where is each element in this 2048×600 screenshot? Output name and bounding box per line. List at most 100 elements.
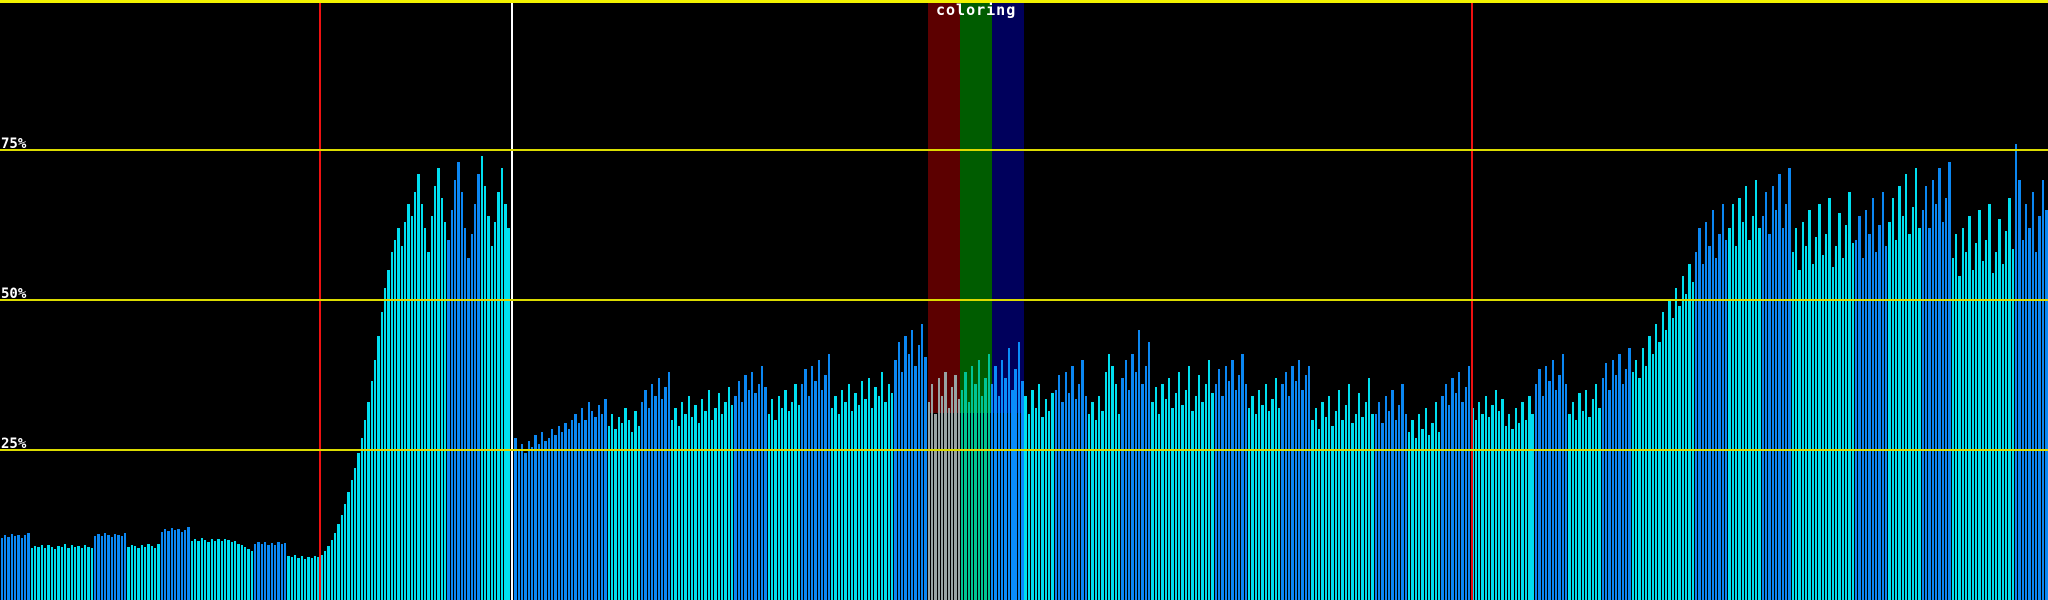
bar [1017, 342, 1021, 600]
bar [1224, 366, 1227, 600]
bar [924, 357, 927, 600]
bar [1171, 408, 1174, 600]
bar [1231, 360, 1234, 600]
bar [1001, 360, 1004, 600]
bar [530, 447, 534, 600]
bar [1398, 405, 1401, 600]
bar [77, 546, 80, 600]
bar [817, 360, 821, 600]
bar [664, 387, 667, 600]
bar [73, 547, 77, 600]
bar [1051, 393, 1054, 600]
bar [1361, 417, 1364, 600]
bar [767, 414, 770, 600]
bar [1538, 369, 1541, 600]
bar [67, 548, 70, 600]
bar [440, 198, 444, 600]
bar [1491, 405, 1494, 600]
y-axis-label-25: 25% [1, 436, 27, 452]
bar [113, 534, 117, 600]
bar [1331, 426, 1334, 600]
bar [1771, 186, 1774, 600]
bar [540, 432, 544, 600]
bar [420, 204, 424, 600]
bar [1104, 372, 1107, 600]
bar [1184, 390, 1187, 600]
bar [290, 557, 294, 600]
bar [2015, 144, 2018, 600]
bar [1064, 372, 1067, 600]
bar [1818, 204, 1821, 600]
bar [1941, 222, 1945, 600]
bar [60, 547, 63, 600]
bar [1751, 216, 1754, 600]
bar [1227, 381, 1231, 600]
bar [1568, 414, 1571, 600]
bar [1965, 252, 1968, 600]
bar [424, 228, 427, 600]
bar [494, 222, 497, 600]
bar [390, 252, 394, 600]
bar [1648, 336, 1651, 600]
bar [914, 366, 917, 600]
bar [270, 543, 274, 600]
bar [200, 538, 203, 600]
bar [547, 438, 550, 600]
bar [1054, 390, 1057, 600]
bar [781, 408, 784, 600]
bar [887, 384, 891, 600]
bar [600, 414, 604, 600]
bar [247, 549, 250, 600]
bar [1618, 354, 1621, 600]
bar [213, 540, 217, 600]
bar [647, 408, 650, 600]
bar [1915, 168, 1918, 600]
bar [1027, 414, 1031, 600]
bar [764, 387, 767, 600]
bar [410, 216, 414, 600]
bar [2038, 216, 2041, 600]
bar [771, 399, 774, 600]
bar [610, 414, 614, 600]
bar [33, 546, 37, 600]
bar [520, 444, 524, 600]
bar [2008, 198, 2011, 600]
bar [1548, 381, 1551, 600]
bar [677, 426, 680, 600]
bar [13, 536, 17, 600]
bar [2018, 180, 2021, 600]
bar [550, 429, 554, 600]
bar [1604, 363, 1608, 600]
bar [1878, 225, 1881, 600]
bar [1614, 375, 1618, 600]
bar [470, 234, 474, 600]
bar [1641, 348, 1644, 600]
bar [1274, 378, 1277, 600]
bar [951, 387, 954, 600]
bar [260, 544, 263, 600]
bar [1091, 402, 1094, 600]
bar [1107, 354, 1111, 600]
bar [1298, 360, 1301, 600]
bar [904, 336, 907, 600]
bar [1888, 222, 1891, 600]
bar [1448, 405, 1451, 600]
bar [534, 435, 537, 600]
bar [1801, 222, 1804, 600]
bar [1488, 417, 1491, 600]
bar [1037, 384, 1041, 600]
bar [1821, 255, 1825, 600]
top-border [0, 0, 2048, 3]
bar [173, 530, 177, 600]
bar [1678, 306, 1681, 600]
bar [310, 558, 314, 600]
bar [1291, 366, 1294, 600]
bar [1744, 186, 1748, 600]
bar [927, 402, 931, 600]
bar [1021, 381, 1024, 600]
bar [1061, 402, 1064, 600]
bar [1825, 234, 1828, 600]
bar [1891, 198, 1895, 600]
bar [2031, 192, 2035, 600]
bar [1321, 402, 1324, 600]
